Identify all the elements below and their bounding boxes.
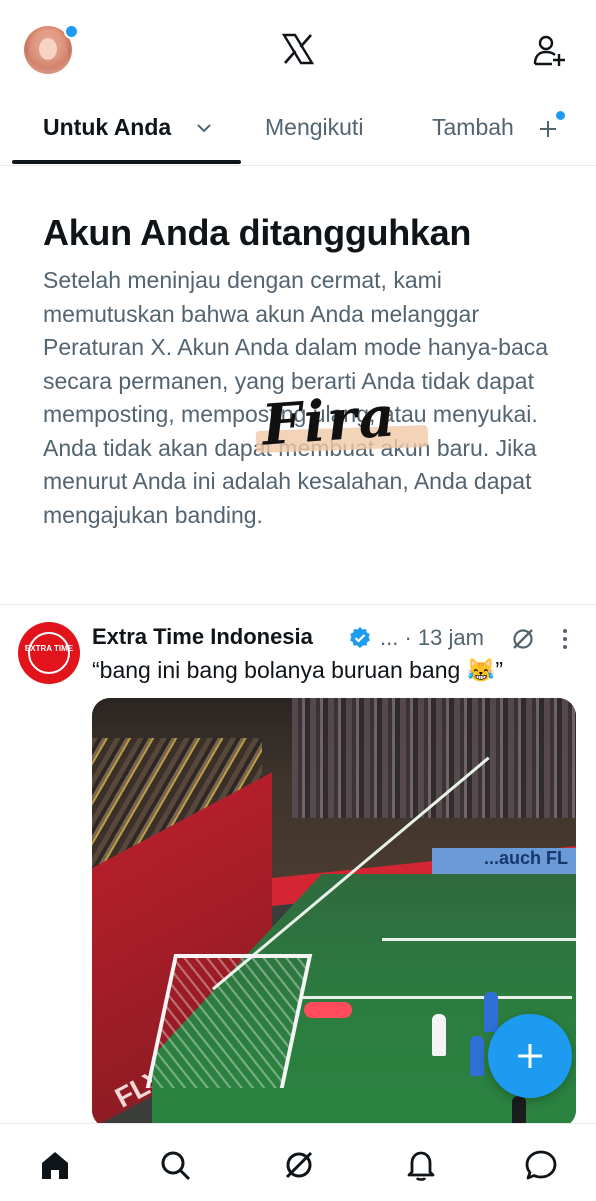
bell-icon[interactable] [404,1148,438,1182]
watermark-signature: Fira [259,383,399,459]
tab-mengikuti[interactable]: Mengikuti [265,114,363,141]
home-icon[interactable] [38,1148,72,1182]
suspension-title: Akun Anda ditangguhkan [43,212,472,253]
chevron-down-icon[interactable] [196,122,212,134]
tab-notification-dot [556,111,565,120]
top-header: Untuk Anda Mengikuti Tambah [0,0,596,166]
media-player [470,1036,484,1076]
active-tab-indicator [12,160,241,164]
grok-icon[interactable] [510,626,536,652]
verified-badge-icon [350,627,370,648]
tweet-text: “bang ini bang bolanya buruan bang 😹” [92,657,503,683]
divider [0,604,596,605]
avatar-logo-text: EXTRA TIME [24,644,74,653]
media-pitch-line [300,996,572,999]
media-goal [145,954,313,1088]
tweet-author-name[interactable]: Extra Time Indonesia [92,624,313,650]
messages-icon[interactable] [524,1148,558,1182]
plus-icon [518,1044,542,1068]
media-player [432,1014,446,1056]
tweet-author-avatar[interactable]: EXTRA TIME [18,622,80,684]
add-user-icon[interactable] [532,34,566,68]
compose-post-button[interactable] [488,1014,572,1098]
avatar-notification-dot [64,24,79,39]
avatar-face [39,38,57,60]
more-options-icon[interactable] [558,626,572,652]
search-icon[interactable] [158,1148,192,1182]
avatar-ring [28,632,70,674]
tweet-meta: ... · 13 jam [380,625,484,650]
grok-icon[interactable] [282,1148,316,1182]
media-player [512,1096,526,1126]
media-pitch-line [382,938,576,941]
tab-tambah[interactable]: Tambah [432,114,514,141]
plus-icon[interactable] [538,119,558,139]
media-goalkeeper [304,1002,352,1018]
media-player [484,992,498,1032]
media-ad-board-text: ...auch FL [484,848,569,868]
x-logo-icon[interactable] [281,32,315,66]
tab-untuk-anda[interactable]: Untuk Anda [43,114,171,141]
